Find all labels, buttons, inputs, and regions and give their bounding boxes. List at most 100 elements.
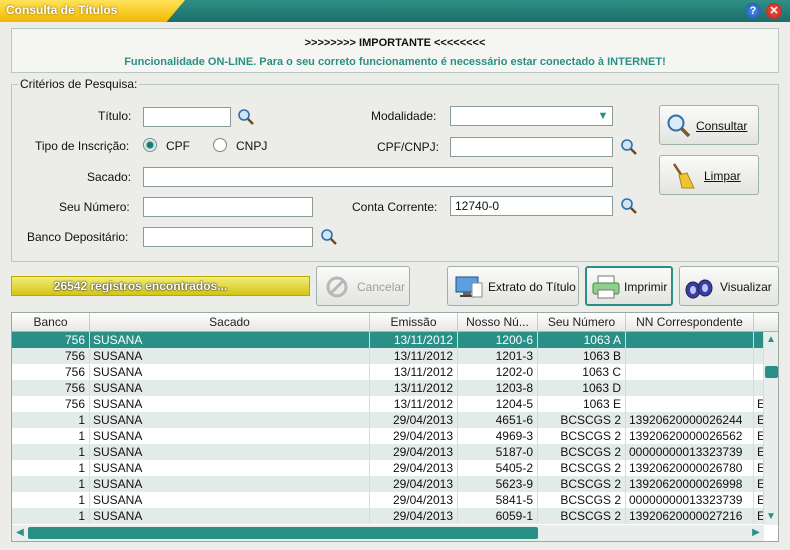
table-cell: 1203-8: [458, 380, 538, 396]
cnpj-radio-label: CNPJ: [236, 139, 268, 153]
table-cell: SUSANA: [90, 444, 370, 460]
column-header[interactable]: NN Correspondente: [626, 313, 754, 332]
records-count-bar: 26542 registros encontrados...: [11, 276, 310, 296]
scroll-right-icon[interactable]: ▶: [749, 527, 763, 538]
help-icon[interactable]: ?: [745, 3, 761, 19]
table-row[interactable]: 1 SUSANA 29/04/2013 5841-5 BCSCGS 2 000000000…: [12, 492, 764, 508]
extrato-titulo-label: Extrato do Título: [488, 280, 576, 294]
table-cell: 1: [12, 412, 90, 428]
table-cell: SUSANA: [90, 428, 370, 444]
table-cell: E: [754, 396, 764, 412]
scroll-down-icon[interactable]: ▼: [764, 511, 778, 522]
table-cell: [754, 380, 764, 396]
cpf-cnpj-search-icon[interactable]: [620, 138, 638, 156]
seu-numero-input[interactable]: [143, 197, 313, 217]
titulo-input[interactable]: [143, 107, 231, 127]
table-row[interactable]: 1 SUSANA 29/04/2013 5405-2 BCSCGS 2 139206200…: [12, 460, 764, 476]
horizontal-scroll-thumb[interactable]: [28, 527, 538, 539]
table-cell: 756: [12, 348, 90, 364]
conta-corrente-input[interactable]: 12740-0: [450, 196, 613, 216]
table-cell: 756: [12, 332, 90, 348]
column-header[interactable]: Banco: [12, 313, 90, 332]
cpf-cnpj-label: CPF/CNPJ:: [377, 140, 440, 154]
consultar-label: Consultar: [696, 119, 748, 133]
table-cell: 29/04/2013: [370, 492, 458, 508]
table-cell: E: [754, 444, 764, 460]
scroll-left-icon[interactable]: ◀: [13, 527, 27, 538]
imprimir-label: Imprimir: [624, 280, 668, 294]
column-header[interactable]: Sacado: [90, 313, 370, 332]
table-cell: 13920620000026244: [626, 412, 754, 428]
banco-search-icon[interactable]: [320, 228, 338, 246]
table-cell: 1063 B: [538, 348, 626, 364]
table-row[interactable]: 756 SUSANA 13/11/2012 1202-0 1063 C: [12, 364, 764, 380]
table-cell: 4651-6: [458, 412, 538, 428]
table-cell: 13/11/2012: [370, 348, 458, 364]
column-header[interactable]: [754, 313, 778, 332]
table-row[interactable]: 1 SUSANA 29/04/2013 4969-3 BCSCGS 2 139206200…: [12, 428, 764, 444]
table-cell: E: [754, 412, 764, 428]
conta-search-icon[interactable]: [620, 197, 638, 215]
table-cell: 29/04/2013: [370, 460, 458, 476]
table-cell: 1: [12, 476, 90, 492]
table-cell: 5187-0: [458, 444, 538, 460]
scroll-up-icon[interactable]: ▲: [764, 334, 778, 345]
results-table[interactable]: Banco Sacado Emissão Nosso Nú... Seu Núm…: [11, 312, 779, 542]
table-row[interactable]: 756 SUSANA 13/11/2012 1200-6 1063 A: [12, 332, 764, 348]
table-cell: BCSCGS 2: [538, 412, 626, 428]
cnpj-radio[interactable]: [213, 138, 227, 152]
table-row[interactable]: 756 SUSANA 13/11/2012 1201-3 1063 B: [12, 348, 764, 364]
table-cell: 00000000013323739: [626, 444, 754, 460]
table-row[interactable]: 1 SUSANA 29/04/2013 5623-9 BCSCGS 2 139206200…: [12, 476, 764, 492]
modalidade-select[interactable]: ▼: [450, 106, 613, 126]
table-cell: [754, 332, 764, 348]
table-row[interactable]: 1 SUSANA 29/04/2013 6059-1 BCSCGS 2 139206200…: [12, 508, 764, 524]
cpf-radio[interactable]: [143, 138, 157, 152]
column-header[interactable]: Emissão: [370, 313, 458, 332]
cancelar-label: Cancelar: [357, 280, 406, 294]
horizontal-scrollbar[interactable]: ◀ ▶: [12, 525, 764, 541]
printer-icon: [592, 275, 620, 299]
table-cell: SUSANA: [90, 380, 370, 396]
table-cell: E: [754, 460, 764, 476]
sacado-input[interactable]: [143, 167, 613, 187]
table-cell: SUSANA: [90, 460, 370, 476]
table-row[interactable]: 1 SUSANA 29/04/2013 4651-6 BCSCGS 2 139206200…: [12, 412, 764, 428]
cpf-cnpj-input[interactable]: [450, 137, 613, 157]
notice-heading: >>>>>>>> IMPORTANTE <<<<<<<<: [304, 37, 486, 49]
titulo-search-icon[interactable]: [237, 108, 255, 126]
vertical-scrollbar[interactable]: ▲ ▼: [764, 332, 778, 525]
vertical-scroll-thumb[interactable]: [765, 366, 778, 378]
table-row[interactable]: 1 SUSANA 29/04/2013 5187-0 BCSCGS 2 000000000…: [12, 444, 764, 460]
table-cell: 1204-5: [458, 396, 538, 412]
table-row[interactable]: 756SUSANA13/11/20121204-51063 E E: [12, 396, 764, 412]
broom-icon: [672, 163, 695, 189]
table-cell: [626, 348, 754, 364]
limpar-button[interactable]: Limpar: [659, 155, 759, 195]
banco-depositario-input[interactable]: [143, 227, 313, 247]
table-cell: [626, 364, 754, 380]
consultar-button[interactable]: Consultar: [659, 105, 759, 145]
table-cell: BCSCGS 2: [538, 492, 626, 508]
extrato-titulo-button[interactable]: Extrato do Título: [447, 266, 579, 306]
table-row[interactable]: 756 SUSANA 13/11/2012 1203-8 1063 D: [12, 380, 764, 396]
visualizar-button[interactable]: Visualizar: [679, 266, 779, 306]
table-cell: 13920620000026780: [626, 460, 754, 476]
column-header[interactable]: Seu Número: [538, 313, 626, 332]
table-cell: 13/11/2012: [370, 364, 458, 380]
imprimir-button[interactable]: Imprimir: [585, 266, 673, 306]
table-cell: SUSANA: [90, 364, 370, 380]
table-cell: BCSCGS 2: [538, 460, 626, 476]
column-header[interactable]: Nosso Nú...: [458, 313, 538, 332]
table-cell: 1063 C: [538, 364, 626, 380]
table-cell: 29/04/2013: [370, 476, 458, 492]
table-cell: SUSANA: [90, 492, 370, 508]
cancelar-button[interactable]: Cancelar: [316, 266, 410, 306]
title-bar: Consulta de Títulos ? ✕: [0, 0, 790, 22]
table-cell: SUSANA: [90, 412, 370, 428]
table-cell: SUSANA: [90, 508, 370, 524]
banco-depositario-label: Banco Depositário:: [27, 230, 129, 244]
important-notice: >>>>>>>> IMPORTANTE <<<<<<<< Funcionalid…: [11, 28, 779, 73]
table-cell: 1: [12, 492, 90, 508]
close-icon[interactable]: ✕: [766, 3, 782, 19]
